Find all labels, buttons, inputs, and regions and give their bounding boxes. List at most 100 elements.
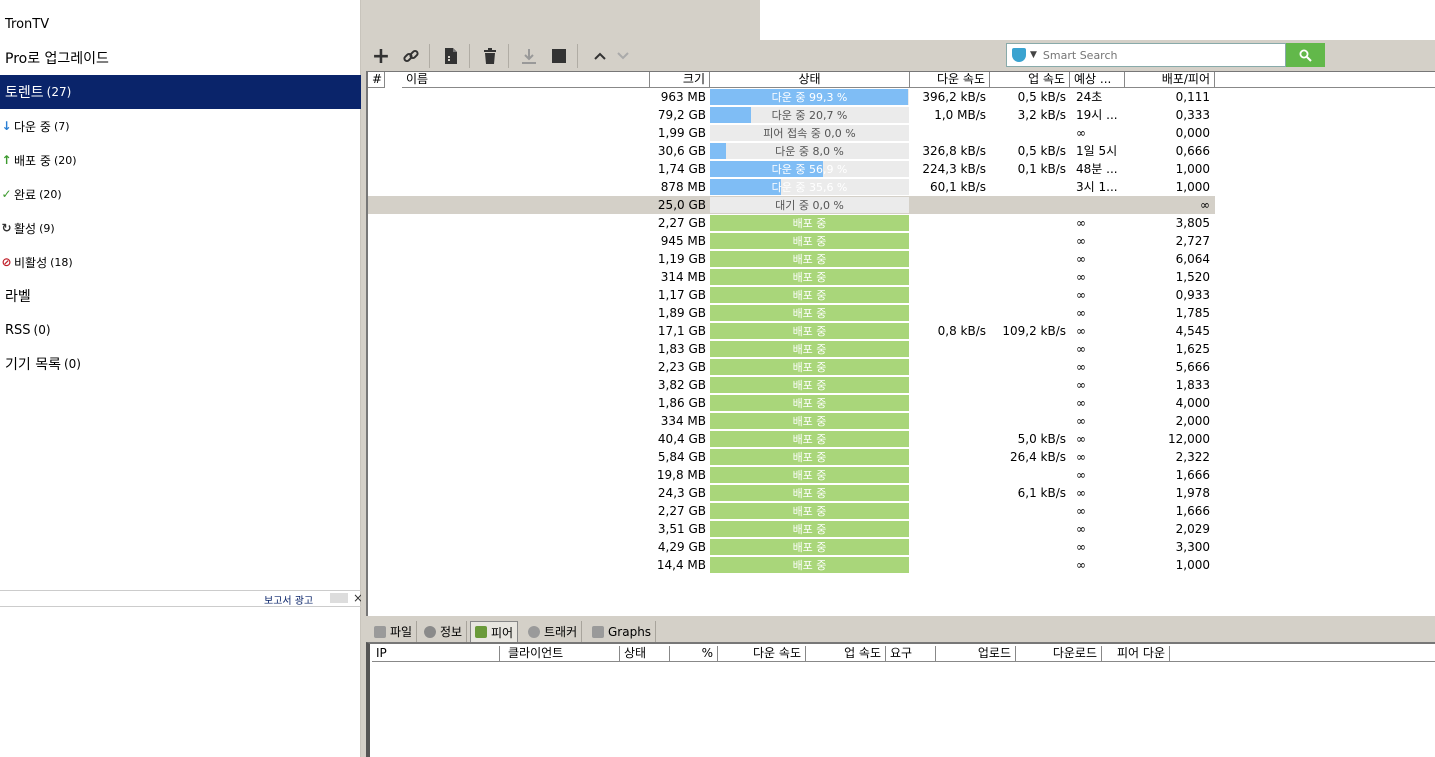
table-row[interactable]: 1,74 GB 다운 중 56,9 % 224,3 kB/s 0,1 kB/s 48분 … xyxy=(368,160,1435,178)
status-cell: 배포 중 xyxy=(710,233,909,249)
stop-icon[interactable] xyxy=(547,44,571,68)
sidebar-item-devices[interactable]: 기기 목록 (0) xyxy=(0,347,361,381)
table-row[interactable]: 3,82 GB 배포 중 ∞ 1,833 xyxy=(368,376,1435,394)
table-row[interactable]: 314 MB 배포 중 ∞ 1,520 xyxy=(368,268,1435,286)
download-icon[interactable] xyxy=(517,44,541,68)
table-row[interactable]: 3,51 GB 배포 중 ∞ 2,029 xyxy=(368,520,1435,538)
eta-cell: ∞ xyxy=(1076,360,1086,374)
tab-info[interactable]: 정보 xyxy=(420,621,468,642)
tab-peers[interactable]: 피어 xyxy=(470,621,519,642)
sidebar-item-completed[interactable]: ✓ 완료 (20) xyxy=(0,177,361,211)
table-row[interactable]: 79,2 GB 다운 중 20,7 % 1,0 MB/s 3,2 kB/s 19시 ..… xyxy=(368,106,1435,124)
folder-icon xyxy=(374,625,386,638)
table-row[interactable]: 1,83 GB 배포 중 ∞ 1,625 xyxy=(368,340,1435,358)
peers-list[interactable]: IP 클라이언트 상태 % 다운 속도 업 속도 요구 업로드 다운로드 피어 … xyxy=(366,642,1435,757)
table-row[interactable]: 1,86 GB 배포 중 ∞ 4,000 xyxy=(368,394,1435,412)
status-label: 배포 중 xyxy=(792,235,827,248)
chevron-down-icon[interactable]: ▼ xyxy=(1030,50,1037,60)
eta-cell: ∞ xyxy=(1076,540,1086,554)
column-header-size[interactable]: 크기 xyxy=(650,72,710,88)
sidebar-item-downloading[interactable]: ↓ 다운 중 (7) xyxy=(0,109,361,143)
eta-cell: ∞ xyxy=(1076,306,1086,320)
table-row[interactable]: 17,1 GB 배포 중 0,8 kB/s 109,2 kB/s ∞ 4,545 xyxy=(368,322,1435,340)
inactive-count: (18) xyxy=(50,255,73,269)
search-input[interactable] xyxy=(1042,48,1243,62)
table-row[interactable]: 25,0 GB 대기 중 0,0 % ∞ xyxy=(368,196,1215,214)
peer-header-percent[interactable]: % xyxy=(670,646,718,662)
size-cell: 40,4 GB xyxy=(657,432,706,446)
column-header-status[interactable]: 상태 xyxy=(710,72,910,88)
peer-header-download-speed[interactable]: 다운 속도 xyxy=(718,646,806,662)
eta-cell: ∞ xyxy=(1076,216,1086,230)
upload-speed-cell xyxy=(990,412,1066,430)
status-cell: 배포 중 xyxy=(710,287,909,303)
table-row[interactable]: 1,99 GB 피어 접속 중 0,0 % ∞ 0,000 xyxy=(368,124,1435,142)
table-row[interactable]: 334 MB 배포 중 ∞ 2,000 xyxy=(368,412,1435,430)
tab-trackers[interactable]: 트래커 xyxy=(524,621,583,642)
peer-header-requests[interactable]: 요구 xyxy=(886,646,936,662)
table-row[interactable]: 2,23 GB 배포 중 ∞ 5,666 xyxy=(368,358,1435,376)
peer-header-peer-download[interactable]: 피어 다운 xyxy=(1102,646,1170,662)
upload-speed-cell xyxy=(990,268,1066,286)
table-row[interactable]: 2,27 GB 배포 중 ∞ 1,666 xyxy=(368,502,1435,520)
table-row[interactable]: 24,3 GB 배포 중 6,1 kB/s ∞ 1,978 xyxy=(368,484,1435,502)
sidebar-item-active[interactable]: ↻ 활성 (9) xyxy=(0,211,361,245)
table-row[interactable]: 1,89 GB 배포 중 ∞ 1,785 xyxy=(368,304,1435,322)
create-torrent-icon[interactable] xyxy=(439,44,463,68)
peer-header-upload-speed[interactable]: 업 속도 xyxy=(806,646,886,662)
table-row[interactable]: 30,6 GB 다운 중 8,0 % 326,8 kB/s 0,5 kB/s 1일 5시… xyxy=(368,142,1435,160)
peer-header-status[interactable]: 상태 xyxy=(620,646,670,662)
download-speed-cell xyxy=(910,250,986,268)
tab-files[interactable]: 파일 xyxy=(370,621,418,642)
table-row[interactable]: 2,27 GB 배포 중 ∞ 3,805 xyxy=(368,214,1435,232)
peer-header-client[interactable]: 클라이언트 xyxy=(500,646,620,662)
table-row[interactable]: 1,19 GB 배포 중 ∞ 6,064 xyxy=(368,250,1435,268)
table-row[interactable]: 40,4 GB 배포 중 5,0 kB/s ∞ 12,000 xyxy=(368,430,1435,448)
download-speed-cell xyxy=(910,430,986,448)
sidebar-item-upgrade[interactable]: Pro로 업그레이드 xyxy=(0,41,361,75)
ratio-cell: 1,666 xyxy=(1175,468,1210,482)
link-icon[interactable] xyxy=(399,44,423,68)
sidebar-item-labels[interactable]: 라벨 xyxy=(0,279,361,313)
table-row[interactable]: 1,17 GB 배포 중 ∞ 0,933 xyxy=(368,286,1435,304)
column-header-ratio[interactable]: 배포/피어 xyxy=(1125,72,1215,88)
upload-speed-cell xyxy=(990,232,1066,250)
peer-header-ip[interactable]: IP xyxy=(372,646,500,662)
table-row[interactable]: 945 MB 배포 중 ∞ 2,727 xyxy=(368,232,1435,250)
status-cell: 배포 중 xyxy=(710,305,909,321)
column-header-download-speed[interactable]: 다운 속도 xyxy=(910,72,990,88)
eta-cell: ∞ xyxy=(1076,558,1086,572)
sidebar-item-torrents[interactable]: 토렌트 (27) xyxy=(0,75,361,109)
table-row[interactable]: 963 MB 다운 중 99,3 % 396,2 kB/s 0,5 kB/s 24초 0,… xyxy=(368,88,1435,106)
torrent-list[interactable]: # 이름 크기 상태 다운 속도 업 속도 예상 ... 배포/피어 963 M… xyxy=(366,71,1435,616)
report-ad-link[interactable]: 보고서 광고 xyxy=(264,592,313,607)
sidebar-item-seeding[interactable]: ↑ 배포 중 (20) xyxy=(0,143,361,177)
peer-header-downloaded[interactable]: 다운로드 xyxy=(1016,646,1102,662)
move-down-icon[interactable] xyxy=(611,44,635,68)
column-header-number[interactable]: # xyxy=(368,72,385,88)
ratio-cell: 0,000 xyxy=(1175,126,1210,140)
table-row[interactable]: 878 MB 다운 중 35,6 % 60,1 kB/s 3시 1... 1,000 xyxy=(368,178,1435,196)
column-header-upload-speed[interactable]: 업 속도 xyxy=(990,72,1070,88)
column-header-name[interactable]: 이름 xyxy=(402,72,650,88)
upload-speed-cell xyxy=(990,304,1066,322)
move-up-icon[interactable] xyxy=(588,44,612,68)
search-box[interactable]: ▼ xyxy=(1006,43,1286,67)
chart-icon xyxy=(592,625,604,638)
tab-graphs[interactable]: Graphs xyxy=(588,621,657,642)
sidebar-item-rss[interactable]: RSS (0) xyxy=(0,313,361,347)
status-label: 배포 중 xyxy=(792,361,827,374)
add-torrent-icon[interactable]: + xyxy=(369,44,393,69)
table-row[interactable]: 4,29 GB 배포 중 ∞ 3,300 xyxy=(368,538,1435,556)
eta-cell: ∞ xyxy=(1076,324,1086,338)
table-row[interactable]: 19,8 MB 배포 중 ∞ 1,666 xyxy=(368,466,1435,484)
sidebar-item-inactive[interactable]: ⊘ 비활성 (18) xyxy=(0,245,361,279)
download-speed-cell xyxy=(910,502,986,520)
trash-icon[interactable] xyxy=(478,44,502,68)
table-row[interactable]: 14,4 MB 배포 중 ∞ 1,000 xyxy=(368,556,1435,574)
inactive-label: 비활성 xyxy=(14,255,48,270)
search-button[interactable] xyxy=(1286,43,1325,67)
column-header-eta[interactable]: 예상 ... xyxy=(1070,72,1125,88)
table-row[interactable]: 5,84 GB 배포 중 26,4 kB/s ∞ 2,322 xyxy=(368,448,1435,466)
peer-header-uploaded[interactable]: 업로드 xyxy=(936,646,1016,662)
